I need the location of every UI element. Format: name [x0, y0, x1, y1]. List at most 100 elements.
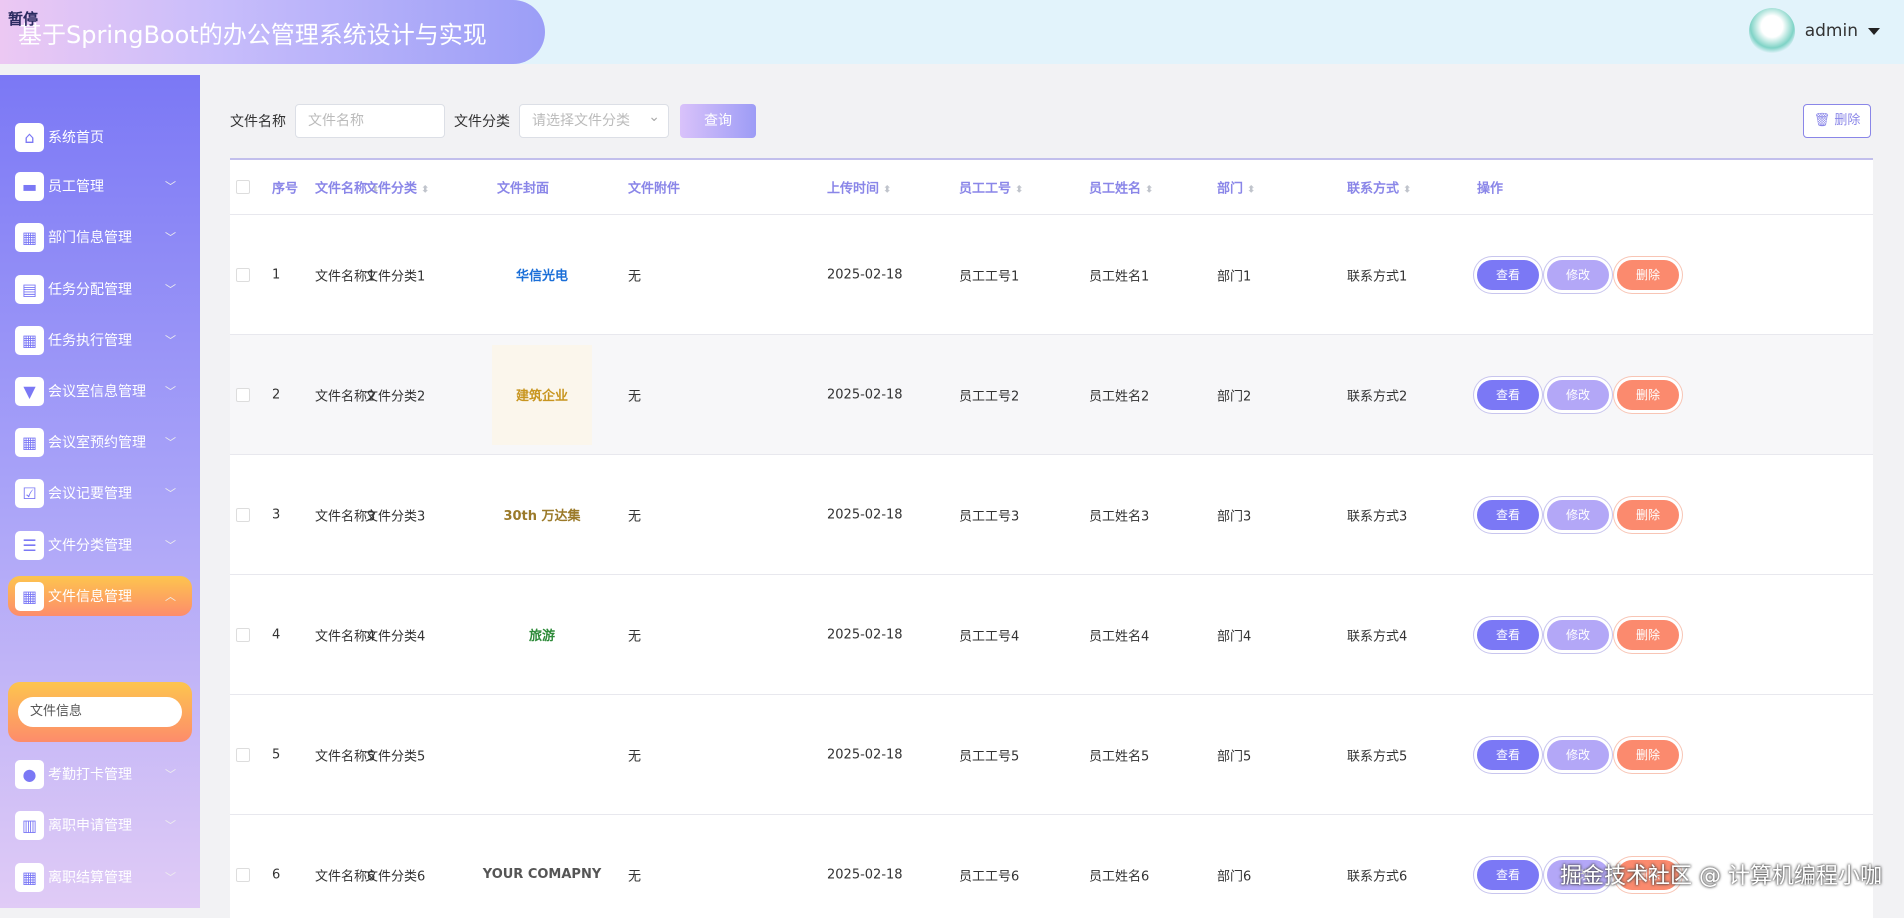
- view-button[interactable]: 查看: [1477, 380, 1539, 410]
- sidebar-item-13[interactable]: ▦离职结算管理﹀: [8, 857, 192, 897]
- file-category-select[interactable]: 请选择文件分类: [519, 104, 669, 138]
- delete-button[interactable]: 删除: [1617, 740, 1679, 770]
- chevron-down-icon[interactable]: ﹀: [165, 537, 176, 553]
- view-button[interactable]: 查看: [1477, 500, 1539, 530]
- cover-image[interactable]: 旅游: [492, 585, 592, 685]
- sidebar-item-4[interactable]: ▦任务执行管理﹀: [8, 320, 192, 360]
- column-header: 文件附件: [628, 178, 680, 197]
- chevron-down-icon[interactable]: ﹀: [165, 281, 176, 297]
- chevron-up-icon[interactable]: ︿: [165, 588, 176, 604]
- cell-no: 6: [272, 867, 280, 882]
- cover-logo-text: YOUR COMAPNY: [483, 867, 602, 882]
- delete-button[interactable]: 删除: [1617, 260, 1679, 290]
- chevron-down-icon[interactable]: ﹀: [165, 766, 176, 782]
- sidebar-item-1[interactable]: ▬员工管理 ﹀: [8, 166, 192, 206]
- view-button[interactable]: 查看: [1477, 740, 1539, 770]
- delete-button[interactable]: 删除: [1617, 500, 1679, 530]
- chevron-down-icon[interactable]: ﹀: [165, 383, 176, 399]
- view-button[interactable]: 查看: [1477, 260, 1539, 290]
- chevron-down-icon[interactable]: ﹀: [165, 869, 176, 885]
- query-button[interactable]: 查询: [680, 104, 756, 138]
- sidebar-item-label: 员工管理: [48, 176, 104, 196]
- view-button[interactable]: 查看: [1477, 860, 1539, 890]
- batch-delete-button[interactable]: 🗑 删除: [1803, 104, 1871, 138]
- column-header-label: 文件附件: [628, 182, 680, 197]
- sidebar-item-3[interactable]: ▤任务分配管理﹀: [8, 269, 192, 309]
- edit-button[interactable]: 修改: [1547, 380, 1609, 410]
- cover-logo-text: 旅游: [529, 625, 555, 644]
- column-header[interactable]: 文件分类⬍: [365, 178, 429, 197]
- sidebar-item-5[interactable]: ▼会议室信息管理﹀: [8, 371, 192, 411]
- sort-icon[interactable]: ⬍: [1015, 185, 1023, 196]
- cover-image[interactable]: YOUR COMAPNY: [492, 825, 592, 918]
- file-table: 序号文件名称⬍文件分类⬍文件封面文件附件上传时间⬍员工工号⬍员工姓名⬍部门⬍联系…: [230, 158, 1873, 918]
- delete-button[interactable]: 删除: [1617, 380, 1679, 410]
- column-header-label: 员工姓名: [1089, 182, 1141, 197]
- caret-down-icon[interactable]: [1868, 28, 1880, 35]
- sidebar-item-6[interactable]: ▦会议室预约管理﹀: [8, 422, 192, 462]
- submenu-item-file-info[interactable]: 文件信息: [18, 697, 182, 727]
- chevron-down-icon[interactable]: ﹀: [165, 229, 176, 245]
- column-header-label: 序号: [272, 182, 298, 197]
- cell-attachment: 无: [628, 625, 641, 644]
- column-header-label: 上传时间: [827, 182, 879, 197]
- chevron-down-icon[interactable]: ﹀: [165, 178, 176, 194]
- cover-image[interactable]: 30th 万达集: [492, 465, 592, 565]
- user-menu[interactable]: admin: [1749, 8, 1880, 54]
- shop-icon: ▥: [15, 811, 44, 840]
- edit-button[interactable]: 修改: [1547, 620, 1609, 650]
- clipboard-icon: ▤: [15, 275, 44, 304]
- column-header: 操作: [1477, 178, 1503, 197]
- edit-button[interactable]: 修改: [1547, 260, 1609, 290]
- cell-contact: 联系方式6: [1347, 865, 1407, 884]
- row-checkbox[interactable]: [236, 268, 250, 282]
- delete-button[interactable]: 删除: [1617, 620, 1679, 650]
- sidebar-item-11[interactable]: ●考勤打卡管理﹀: [8, 754, 192, 794]
- column-header[interactable]: 联系方式⬍: [1347, 178, 1411, 197]
- user-icon: ●: [15, 760, 44, 789]
- cover-image[interactable]: [492, 705, 592, 805]
- row-checkbox[interactable]: [236, 748, 250, 762]
- sidebar-item-0[interactable]: ⌂系统首页: [8, 117, 192, 157]
- select-all-checkbox[interactable]: [236, 180, 250, 194]
- sidebar-item-12[interactable]: ▥离职申请管理 ﹀: [8, 805, 192, 845]
- chevron-down-icon[interactable]: ﹀: [165, 434, 176, 450]
- row-checkbox[interactable]: [236, 508, 250, 522]
- table-row: 1文件名称1文件分类1华信光电无2025-02-18员工工号1员工姓名1部门1联…: [230, 215, 1873, 335]
- edit-button[interactable]: 修改: [1547, 500, 1609, 530]
- sidebar-item-label: 会议室信息管理: [48, 381, 146, 401]
- column-header[interactable]: 员工工号⬍: [959, 178, 1023, 197]
- sort-icon[interactable]: ⬍: [1247, 185, 1255, 196]
- sidebar-item-2[interactable]: ▦部门信息管理﹀: [8, 217, 192, 257]
- sidebar-item-9[interactable]: ▦文件信息管理︿: [8, 576, 192, 616]
- column-header[interactable]: 员工姓名 ⬍: [1089, 178, 1153, 197]
- column-header[interactable]: 上传时间 ⬍: [827, 178, 891, 197]
- row-checkbox[interactable]: [236, 388, 250, 402]
- cover-image[interactable]: 华信光电: [492, 225, 592, 325]
- chevron-down-icon[interactable]: ﹀: [165, 817, 176, 833]
- row-checkbox[interactable]: [236, 628, 250, 642]
- monitor-icon: ▬: [15, 172, 44, 201]
- pause-label[interactable]: 暂停: [8, 8, 38, 29]
- sort-icon[interactable]: ⬍: [421, 185, 429, 196]
- sort-icon[interactable]: ⬍: [883, 185, 891, 196]
- file-name-input[interactable]: 文件名称: [295, 104, 445, 138]
- sidebar-item-7[interactable]: ☑会议记要管理﹀: [8, 473, 192, 513]
- cell-contact: 联系方式4: [1347, 625, 1407, 644]
- chevron-down-icon[interactable]: ﹀: [165, 485, 176, 501]
- view-button[interactable]: 查看: [1477, 620, 1539, 650]
- sidebar-item-8[interactable]: ☰文件分类管理﹀: [8, 525, 192, 565]
- sort-icon[interactable]: ⬍: [1403, 185, 1411, 196]
- column-header[interactable]: 部门⬍: [1217, 178, 1255, 197]
- username[interactable]: admin: [1805, 21, 1858, 41]
- title-banner: 基于SpringBoot的办公管理系统设计与实现: [0, 0, 545, 64]
- cover-image[interactable]: 建筑企业: [492, 345, 592, 445]
- chevron-down-icon[interactable]: ﹀: [165, 332, 176, 348]
- edit-button[interactable]: 修改: [1547, 740, 1609, 770]
- row-checkbox[interactable]: [236, 868, 250, 882]
- row-actions: 查看修改删除: [1477, 260, 1687, 290]
- sort-icon[interactable]: ⬍: [1145, 185, 1153, 196]
- row-actions: 查看修改删除: [1477, 380, 1687, 410]
- sidebar-item-label: 离职申请管理: [48, 815, 132, 835]
- table-row: 4文件名称4文件分类4旅游无2025-02-18员工工号4员工姓名4部门4联系方…: [230, 575, 1873, 695]
